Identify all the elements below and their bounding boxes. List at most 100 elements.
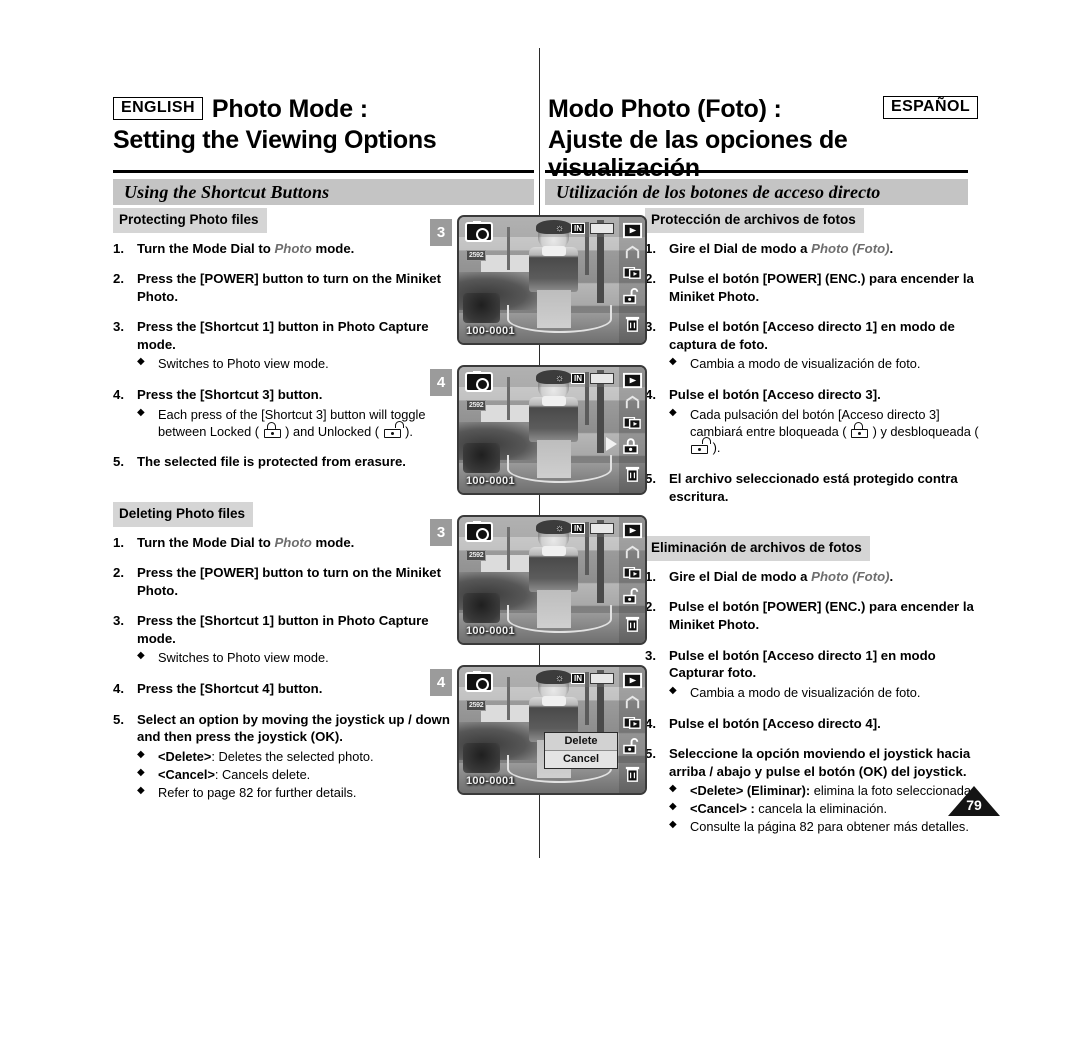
bullet-item: Cambia a modo de visualización de foto. <box>669 355 993 373</box>
camera-lcd-screen: 2592 ☼ IN 100-0001 <box>457 515 647 645</box>
photo-mode-icon <box>465 221 493 242</box>
step-number: 1. <box>113 240 124 256</box>
page-header: ENGLISH Photo Mode : Setting the Viewing … <box>0 96 1080 182</box>
unlocked-icon <box>383 420 404 438</box>
play-icon[interactable] <box>623 671 642 690</box>
spanish-title-line2: Ajuste de las opciones de visualización <box>548 126 848 183</box>
step-text: Seleccione la opción moviendo el joystic… <box>669 746 971 779</box>
multi-view-icon[interactable] <box>623 393 642 412</box>
bullet-item: Switches to Photo view mode. <box>137 355 458 373</box>
unlock-icon[interactable] <box>623 737 642 756</box>
selection-arrow-icon <box>606 437 617 451</box>
spanish-delete-steps: 1. Gire el Dial de modo a Photo (Foto). … <box>645 568 993 836</box>
delete-option-label: <Delete> (Eliminar): <box>690 783 811 799</box>
step-number: 2. <box>113 271 124 287</box>
cancel-option-text: cancela la eliminación. <box>754 801 888 817</box>
step-text-pre: Turn the Mode Dial to <box>137 534 275 550</box>
bullet-item-reference: Consulte la página 82 para obtener más d… <box>669 818 993 836</box>
lcd-icon-sidebar <box>619 517 645 643</box>
lock-bullet-mid: ) and Unlocked ( <box>285 423 380 439</box>
english-section-band: Using the Shortcut Buttons <box>113 179 534 205</box>
camera-screenshot-4: 4 2592 ☼ IN 100-0001 Delete Cancel <box>430 665 650 805</box>
page-number-text: 79 <box>966 797 982 813</box>
step-number: 4. <box>113 681 124 697</box>
step-text-pre: Gire el Dial de modo a <box>669 240 812 256</box>
battery-icon <box>590 223 614 234</box>
bullet-item-cancel-option: <Cancel>: Cancels delete. <box>137 766 458 784</box>
copy-icon[interactable] <box>623 413 642 432</box>
step-item: 3. Press the [Shortcut 1] button in Phot… <box>113 612 458 667</box>
step-text: El archivo seleccionado está protegido c… <box>669 471 958 504</box>
step-item: 3. Pulse el botón [Acceso directo 1] en … <box>645 318 993 373</box>
step-badge: 4 <box>430 669 452 696</box>
english-protect-subhead: Protecting Photo files <box>113 208 267 233</box>
step-text: Pulse el botón [POWER] (ENC.) para encen… <box>669 271 974 304</box>
unlock-icon[interactable] <box>623 587 642 606</box>
trash-icon[interactable] <box>623 765 642 784</box>
step-text: Press the [Shortcut 3] button. <box>137 387 323 403</box>
step-number: 5. <box>113 454 124 470</box>
locked-icon <box>851 421 869 438</box>
locked-icon[interactable] <box>623 437 642 456</box>
spanish-protect-subhead: Protección de archivos de fotos <box>645 208 864 233</box>
photo-mode-icon <box>465 521 493 542</box>
step-item: 4. Press the [Shortcut 3] button. Each p… <box>113 386 458 440</box>
spanish-protect-steps: 1. Gire el Dial de modo a Photo (Foto). … <box>645 240 993 506</box>
popup-cancel-option[interactable]: Cancel <box>545 751 617 768</box>
bullet-item-lock-toggle: Cada pulsación del botón [Acceso directo… <box>669 406 993 458</box>
spanish-column: Protección de archivos de fotos 1. Gire … <box>645 208 993 849</box>
step-item: 5. Seleccione la opción moviendo el joys… <box>645 745 993 836</box>
step-number: 3. <box>113 613 124 629</box>
step-item: 3. Pulse el botón [Acceso directo 1] en … <box>645 647 993 702</box>
internal-memory-badge: IN <box>571 523 585 534</box>
copy-icon[interactable] <box>623 713 642 732</box>
step-text-post: mode. <box>311 534 355 550</box>
multi-view-icon[interactable] <box>623 243 642 262</box>
cancel-option-text: : Cancels delete. <box>214 766 311 782</box>
step-bullets: Switches to Photo view mode. <box>137 649 458 667</box>
step-bullets: Cambia a modo de visualización de foto. <box>669 355 993 373</box>
copy-icon[interactable] <box>623 263 642 282</box>
english-protect-steps: 1. Turn the Mode Dial to Photo mode. 2. … <box>113 240 458 472</box>
file-name-label: 100-0001 <box>466 475 515 487</box>
unlock-icon[interactable] <box>623 287 642 306</box>
multi-view-icon[interactable] <box>623 693 642 712</box>
lock-bullet-mid: ) y desbloqueada ( <box>872 423 979 439</box>
step-text: Pulse el botón [Acceso directo 4]. <box>669 715 881 731</box>
resolution-badge: 2592 <box>466 250 487 261</box>
white-balance-icon: ☼ <box>555 523 565 534</box>
play-icon[interactable] <box>623 371 642 390</box>
trash-icon[interactable] <box>623 465 642 484</box>
step-text: Press the [POWER] button to turn on the … <box>137 565 442 598</box>
play-icon[interactable] <box>623 221 642 240</box>
multi-view-icon[interactable] <box>623 543 642 562</box>
delete-option-label: <Delete> <box>158 748 212 764</box>
step-text: Press the [Shortcut 1] button in Photo C… <box>137 319 429 352</box>
step-item: 2. Pulse el botón [POWER] (ENC.) para en… <box>645 270 993 305</box>
step-text: Pulse el botón [Acceso directo 1] en mod… <box>669 319 955 352</box>
step-number: 3. <box>113 319 124 335</box>
popup-delete-option[interactable]: Delete <box>545 733 617 751</box>
cancel-option-label: <Cancel> : <box>690 801 755 817</box>
trash-icon[interactable] <box>623 315 642 334</box>
internal-memory-badge: IN <box>571 223 585 234</box>
cancel-option-label: <Cancel> <box>158 766 215 782</box>
step-emphasis: Photo (Foto) <box>811 240 890 256</box>
file-name-label: 100-0001 <box>466 775 515 787</box>
delete-confirm-popup[interactable]: Delete Cancel <box>544 732 618 769</box>
step-number: 4. <box>113 387 124 403</box>
internal-memory-badge: IN <box>571 673 585 684</box>
play-icon[interactable] <box>623 521 642 540</box>
photo-mode-icon <box>465 371 493 392</box>
step-text: Pulse el botón [Acceso directo 3]. <box>669 387 881 403</box>
lock-bullet-post: ). <box>405 423 413 439</box>
lock-bullet-post: ). <box>712 440 721 456</box>
step-bullets: Cambia a modo de visualización de foto. <box>669 684 993 702</box>
step-number: 5. <box>113 711 124 727</box>
trash-icon[interactable] <box>623 615 642 634</box>
english-section-title: Using the Shortcut Buttons <box>124 182 330 202</box>
english-delete-subhead: Deleting Photo files <box>113 502 254 527</box>
step-text-pre: Turn the Mode Dial to <box>137 240 275 256</box>
step-item: 4. Press the [Shortcut 4] button. <box>113 680 458 698</box>
copy-icon[interactable] <box>623 563 642 582</box>
